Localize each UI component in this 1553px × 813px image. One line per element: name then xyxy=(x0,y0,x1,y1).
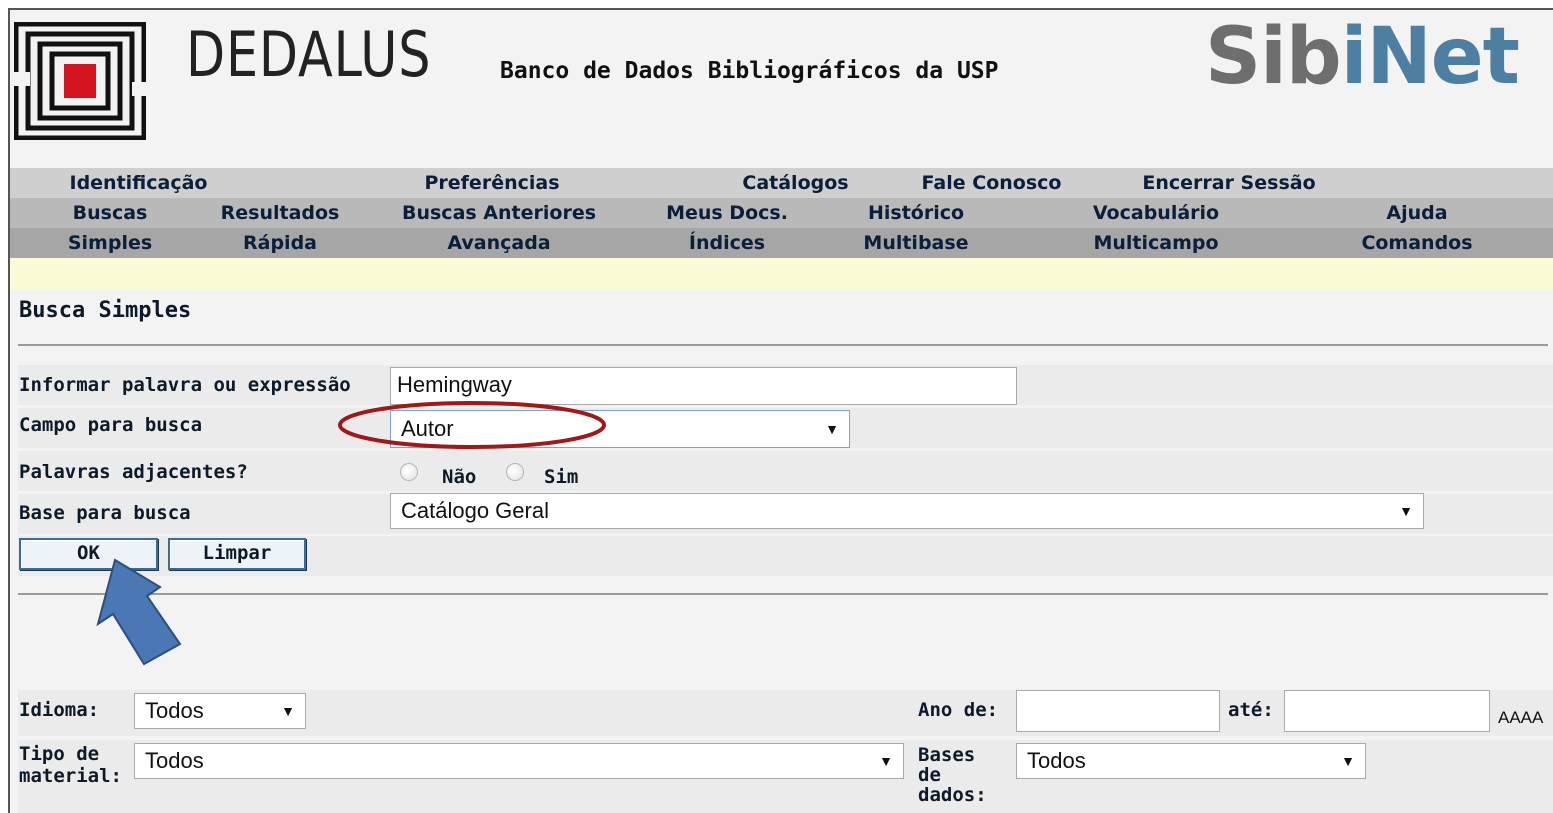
main-navigation: Identificação Preferências Catálogos Fal… xyxy=(10,168,1553,258)
nav-ajuda[interactable]: Ajuda xyxy=(1286,202,1548,224)
term-input[interactable]: Hemingway xyxy=(390,367,1017,405)
material-label-line1: Tipo de xyxy=(19,743,100,765)
base-select-value: Catálogo Geral xyxy=(401,498,549,523)
nav-simples[interactable]: Simples xyxy=(10,232,210,254)
nav-rapida[interactable]: Rápida xyxy=(210,232,350,254)
nav-fale-conosco[interactable]: Fale Conosco xyxy=(874,172,1109,194)
nav-row-account: Identificação Preferências Catálogos Fal… xyxy=(10,168,1553,198)
site-subtitle: Banco de Dados Bibliográficos da USP xyxy=(500,58,999,84)
sibinet-part1: Sib xyxy=(1205,12,1342,102)
page-title: Busca Simples xyxy=(19,298,192,323)
nav-preferencias[interactable]: Preferências xyxy=(267,172,717,194)
field-select-value: Autor xyxy=(401,416,454,441)
nav-avancada[interactable]: Avançada xyxy=(350,232,648,254)
adjacent-label: Palavras adjacentes? xyxy=(19,461,248,483)
message-bar xyxy=(10,258,1553,290)
year-to-input[interactable] xyxy=(1284,690,1490,732)
row-adjacent xyxy=(18,451,1553,491)
adjacent-no-label: Não xyxy=(442,466,477,488)
year-from-label: Ano de: xyxy=(918,699,999,721)
nav-historico[interactable]: Histórico xyxy=(806,202,1026,224)
year-format-hint: AAAA xyxy=(1498,708,1544,727)
nav-resultados[interactable]: Resultados xyxy=(210,202,350,224)
nav-meus-docs[interactable]: Meus Docs. xyxy=(648,202,806,224)
base-label: Base para busca xyxy=(19,502,191,524)
dropdown-arrow-icon: ▼ xyxy=(1399,503,1413,519)
adjacent-yes-radio[interactable] xyxy=(506,463,524,481)
adjacent-no-radio[interactable] xyxy=(400,463,418,481)
nav-encerrar-sessao[interactable]: Encerrar Sessão xyxy=(1109,172,1349,194)
term-label: Informar palavra ou expressão xyxy=(19,374,351,396)
site-header: DEDALUS Banco de Dados Bibliográficos da… xyxy=(10,10,1553,168)
material-label: Tipo de material: xyxy=(19,743,122,787)
sibinet-part2: iNet xyxy=(1340,12,1520,102)
dropdown-arrow-icon: ▼ xyxy=(281,703,295,719)
nav-row-sections: Buscas Resultados Buscas Anteriores Meus… xyxy=(10,198,1553,228)
sibinet-logo: SibiNet xyxy=(1205,18,1520,96)
material-select-value: Todos xyxy=(145,748,204,773)
year-to-label: até: xyxy=(1228,699,1274,721)
clear-button[interactable]: Limpar xyxy=(168,538,306,570)
field-label: Campo para busca xyxy=(19,414,203,436)
language-select-value: Todos xyxy=(145,698,204,723)
dropdown-arrow-icon: ▼ xyxy=(1341,753,1355,769)
browser-content: DEDALUS Banco de Dados Bibliográficos da… xyxy=(8,8,1553,813)
language-select[interactable]: Todos ▼ xyxy=(134,693,306,729)
nav-indices[interactable]: Índices xyxy=(648,232,806,254)
adjacent-yes-label: Sim xyxy=(544,466,579,488)
divider xyxy=(18,593,1548,595)
nav-catalogos[interactable]: Catálogos xyxy=(717,172,874,194)
divider xyxy=(18,344,1548,346)
dropdown-arrow-icon: ▼ xyxy=(825,421,839,437)
databases-select[interactable]: Todos ▼ xyxy=(1016,743,1366,779)
nav-multicampo[interactable]: Multicampo xyxy=(1026,232,1286,254)
databases-label-line3: dados: xyxy=(918,784,987,806)
material-select[interactable]: Todos ▼ xyxy=(134,743,904,779)
nav-multibase[interactable]: Multibase xyxy=(806,232,1026,254)
material-label-line2: material: xyxy=(19,765,122,787)
ok-button[interactable]: OK xyxy=(19,538,158,570)
nav-buscas-anteriores[interactable]: Buscas Anteriores xyxy=(350,202,648,224)
databases-label-line1: Bases xyxy=(918,744,976,766)
dedalus-labyrinth-logo xyxy=(14,22,146,140)
dropdown-arrow-icon: ▼ xyxy=(879,753,893,769)
nav-vocabulario[interactable]: Vocabulário xyxy=(1026,202,1286,224)
brand-name: DEDALUS xyxy=(186,18,432,91)
databases-label: Bases de dados: xyxy=(918,745,987,805)
nav-identificacao[interactable]: Identificação xyxy=(10,172,267,194)
language-label: Idioma: xyxy=(19,699,100,721)
nav-comandos[interactable]: Comandos xyxy=(1286,232,1548,254)
year-from-input[interactable] xyxy=(1016,690,1220,732)
databases-label-line2: de xyxy=(918,764,941,786)
base-select[interactable]: Catálogo Geral ▼ xyxy=(390,493,1424,529)
databases-select-value: Todos xyxy=(1027,748,1086,773)
nav-row-search-types: Simples Rápida Avançada Índices Multibas… xyxy=(10,228,1553,258)
field-select[interactable]: Autor ▼ xyxy=(390,410,850,448)
nav-buscas[interactable]: Buscas xyxy=(10,202,210,224)
